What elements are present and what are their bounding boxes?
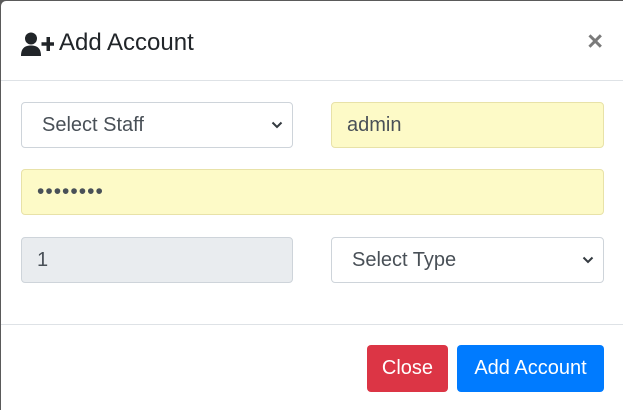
chevron-down-icon (271, 121, 283, 129)
username-value: admin (347, 114, 402, 136)
type-select[interactable]: Select Type (331, 237, 604, 283)
staff-select-value: Select Staff (42, 114, 144, 136)
password-value: •••••••• (37, 180, 104, 203)
add-account-button[interactable]: Add Account (457, 345, 604, 392)
type-select-value: Select Type (352, 249, 457, 271)
close-button[interactable]: Close (367, 345, 448, 392)
close-icon[interactable]: × (587, 25, 603, 57)
number-value: 1 (37, 249, 49, 271)
chevron-down-icon (582, 256, 594, 264)
username-input[interactable]: admin (331, 102, 604, 148)
number-input: 1 (21, 237, 293, 283)
user-plus-icon (21, 32, 54, 56)
modal-header: Add Account × (1, 1, 623, 81)
password-input[interactable]: •••••••• (21, 169, 604, 215)
add-account-modal: Add Account × Select Staff admin •••••••… (1, 1, 623, 410)
modal-title: Add Account (59, 29, 194, 56)
staff-select[interactable]: Select Staff (21, 102, 293, 148)
